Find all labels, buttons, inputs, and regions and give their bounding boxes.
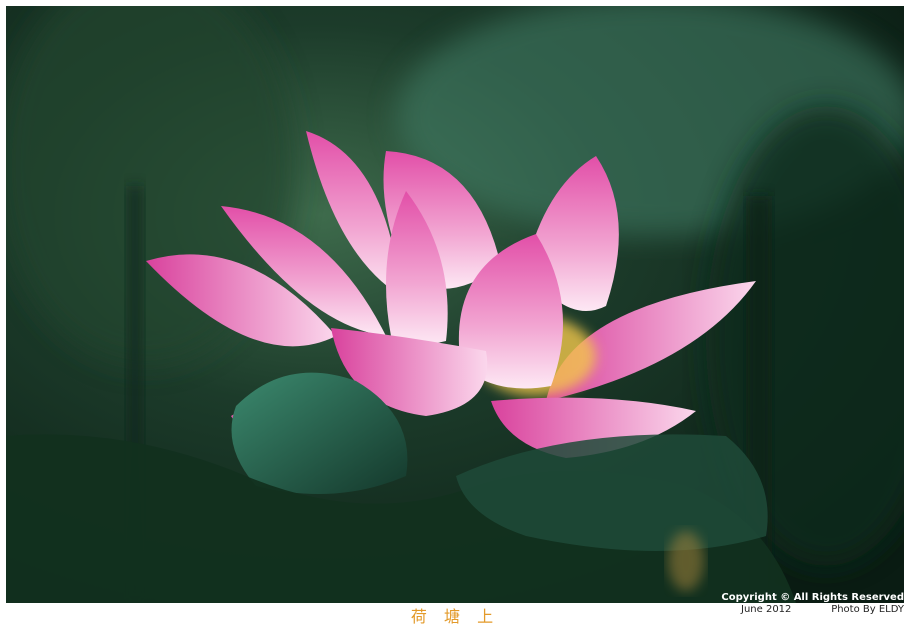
- copyright-watermark: Copyright © All Rights Reserved: [721, 592, 904, 603]
- lotus-illustration: [6, 6, 904, 603]
- photo-caption: 荷 塘 上: [410, 607, 500, 626]
- lotus-photo: [6, 6, 904, 603]
